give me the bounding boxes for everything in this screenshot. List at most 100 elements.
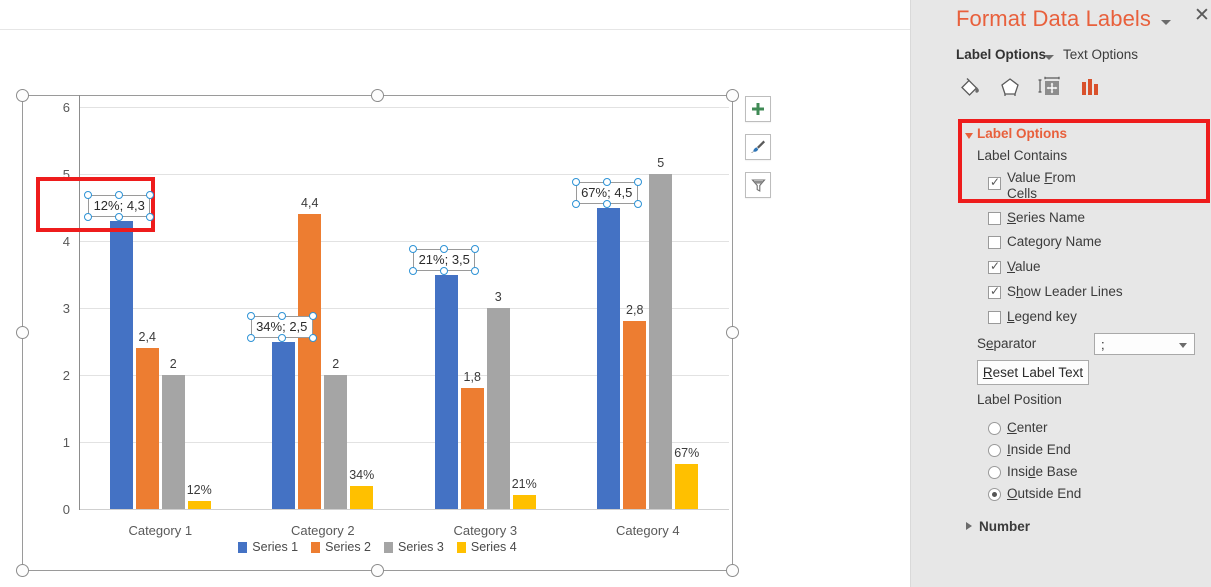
label-options-icon[interactable] [1071,70,1109,104]
pane-close-button[interactable]: ✕ [1194,6,1210,25]
chart-data-label[interactable]: 21% [500,477,548,491]
chart-resize-handle-bottom-center[interactable] [371,564,384,577]
checkbox-category-name[interactable] [988,236,1001,249]
chart-resize-handle-bottom-left[interactable] [15,564,29,577]
checkbox-label-show-leader-lines: Show Leader Lines [1007,284,1123,299]
chart-data-label[interactable]: 3 [474,290,522,304]
y-axis-tick-label: 2 [62,368,70,383]
category-axis-label: Category 2 [290,523,355,538]
chart-bar[interactable] [460,388,484,509]
chart-resize-handle-middle-right[interactable] [726,326,739,339]
tab-label-options[interactable]: Label Options [956,47,1046,62]
funnel-icon [750,178,766,192]
data-label-resize-handle[interactable] [308,311,317,320]
radio-label-inside-base: Inside Base [1007,464,1078,479]
legend-item[interactable]: Series 1 [238,540,298,554]
chart-bar[interactable] [272,341,296,509]
slide-top-divider [0,29,910,30]
chart-bar[interactable] [187,500,211,509]
plus-icon [752,103,764,115]
chart-bar[interactable] [109,220,133,509]
chart-legend[interactable]: Series 1 Series 2 Series 3 Series 4 [22,540,733,554]
data-label-resize-handle[interactable] [246,311,255,320]
effects-icon[interactable] [991,70,1029,104]
chart-bar[interactable] [324,375,348,509]
chart-data-label[interactable]: 67% [663,446,711,460]
radio-label-inside-end: Inside End [1007,442,1071,457]
chart-bar[interactable] [675,464,699,509]
chart-data-label[interactable]: 2 [149,357,197,371]
powerpoint-chart-editor-screen: 0 1 2 3 4 5 6 12%; 4,3 2,4 2 12% Category 1 34%; 2,5… [0,0,1211,587]
chart-resize-handle-top-center[interactable] [371,88,384,102]
separator-chevron-down-icon[interactable] [1179,343,1187,348]
chart-bar[interactable] [597,207,621,509]
tab-label-options-chevron-down-icon[interactable] [1044,55,1054,60]
data-label-resize-handle[interactable] [277,311,286,320]
legend-item[interactable]: Series 4 [456,540,517,554]
chart-styles-button[interactable] [745,134,771,160]
chart-data-label[interactable]: 34% [338,468,386,482]
data-label-resize-handle[interactable] [602,199,611,208]
data-label-resize-handle[interactable] [277,333,286,342]
data-label-resize-handle[interactable] [440,244,449,253]
chart-plot-area[interactable]: 0 1 2 3 4 5 6 12%; 4,3 2,4 2 12% Category 1 34%; 2,5… [22,95,733,571]
data-label-resize-handle[interactable] [246,333,255,342]
chart-resize-handle-middle-left[interactable] [15,326,29,339]
legend-swatch [311,541,321,553]
radio-outside-end[interactable] [988,488,1001,501]
pane-menu-chevron-down-icon[interactable] [1161,20,1171,25]
chart-bar[interactable] [350,486,374,509]
separator-dropdown-value: ; [1101,337,1105,352]
data-label-resize-handle[interactable] [571,177,580,186]
data-label-resize-handle[interactable] [471,244,480,253]
chart-bar[interactable] [135,348,159,509]
fill-and-line-icon[interactable] [951,70,989,104]
checkbox-show-leader-lines[interactable] [988,284,1001,299]
data-label-resize-handle[interactable] [308,333,317,342]
data-label-resize-handle[interactable] [409,266,418,275]
chart-bar[interactable] [623,321,647,509]
chart-bar[interactable] [434,274,458,509]
radio-inside-end[interactable] [988,444,1001,457]
checkbox-label-value: Value [1007,259,1041,274]
reset-label-text-button[interactable]: Reset Label Text [977,360,1089,385]
chart-filters-button[interactable] [745,172,771,198]
chart-gridline [79,241,729,242]
data-label-resize-handle[interactable] [440,266,449,275]
separator-dropdown[interactable]: ; [1094,333,1195,355]
size-and-properties-icon[interactable] [1031,70,1069,104]
chart-resize-handle-top-right[interactable] [726,88,739,102]
data-label-resize-handle[interactable] [602,177,611,186]
data-label-resize-handle[interactable] [471,266,480,275]
slide-canvas[interactable]: 0 1 2 3 4 5 6 12%; 4,3 2,4 2 12% Category 1 34%; 2,5… [0,0,911,587]
data-label-resize-handle[interactable] [633,199,642,208]
legend-swatch [456,541,466,553]
chart-data-label[interactable]: 4,4 [286,196,334,210]
checkbox-label-legend-key: Legend key [1007,309,1077,324]
checkbox-value[interactable] [988,259,1001,274]
chart-data-label[interactable]: 12% [175,483,223,497]
chart-bar[interactable] [512,494,536,509]
tab-text-options[interactable]: Text Options [1063,47,1138,62]
chart-data-label[interactable]: 2 [312,357,360,371]
chart-data-label[interactable]: 2,4 [123,330,171,344]
checkbox-legend-key[interactable] [988,311,1001,324]
data-label-resize-handle[interactable] [571,199,580,208]
legend-swatch [238,541,248,553]
legend-item[interactable]: Series 2 [311,540,371,554]
legend-swatch [384,541,393,553]
number-expand-icon[interactable] [966,522,972,530]
data-label-resize-handle[interactable] [633,177,642,186]
chart-resize-handle-top-left[interactable] [15,88,29,102]
checkbox-label-category-name: Category Name [1007,234,1102,249]
chart-data-label[interactable]: 5 [637,156,685,170]
radio-center[interactable] [988,422,1001,435]
data-label-resize-handle[interactable] [409,244,418,253]
radio-inside-base[interactable] [988,466,1001,479]
chart-elements-button[interactable] [745,96,771,122]
chart-resize-handle-bottom-right[interactable] [726,564,739,577]
legend-label: Series 4 [470,540,517,554]
y-axis-tick-label: 3 [62,301,70,316]
legend-item[interactable]: Series 3 [384,540,444,554]
checkbox-series-name[interactable] [988,212,1001,225]
